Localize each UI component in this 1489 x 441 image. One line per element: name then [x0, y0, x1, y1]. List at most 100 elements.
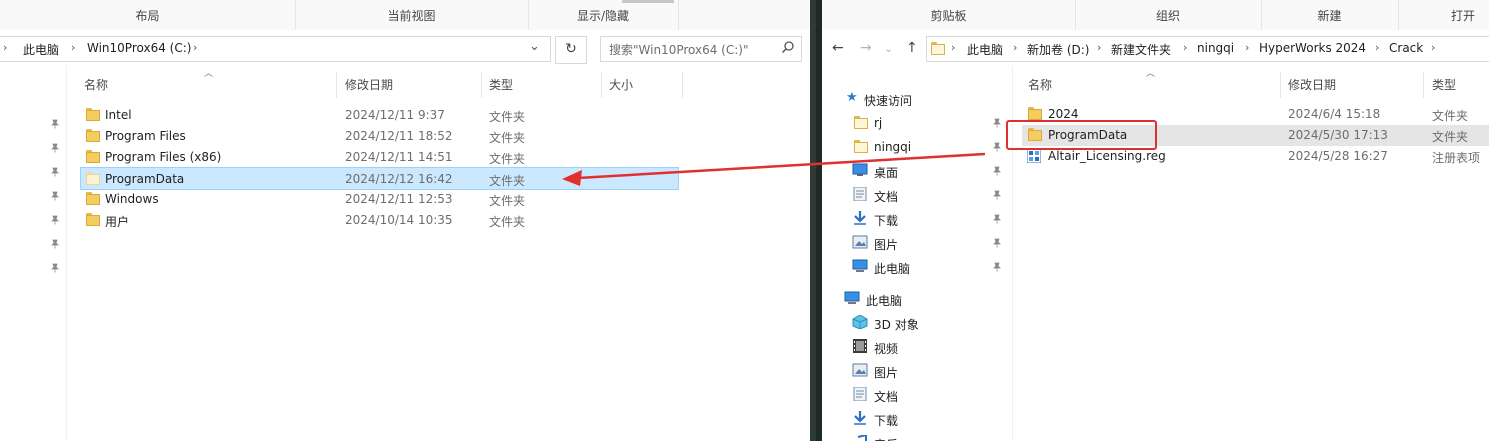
pin-icon[interactable]: [50, 143, 60, 153]
file-type: 文件夹: [489, 174, 526, 188]
video-icon: [853, 339, 867, 353]
ribbon-scroll-indicator: [622, 0, 674, 3]
file-row[interactable]: Intel 2024/12/11 9:37 文件夹: [80, 105, 678, 126]
address-row: ← → ⌄ ↑ › 此电脑 › 新加卷 (D:) › 新建文件夹 › ningq…: [822, 30, 1489, 66]
file-row-selected[interactable]: ProgramData 2024/12/12 16:42 文件夹: [80, 167, 679, 190]
column-header-name[interactable]: 名称: [84, 72, 108, 98]
column-divider[interactable]: [336, 72, 337, 98]
picture-icon: [852, 235, 868, 249]
file-row[interactable]: Windows 2024/12/11 12:53 文件夹: [80, 189, 678, 210]
chevron-right-icon: ›: [193, 41, 198, 54]
folder-icon: [86, 129, 100, 142]
breadcrumb-drive-d[interactable]: 新加卷 (D:): [1027, 41, 1089, 58]
search-input[interactable]: 搜索"Win10Prox64 (C:)": [600, 36, 802, 62]
breadcrumb-drive-c[interactable]: Win10Prox64 (C:): [87, 41, 191, 55]
computer-icon: [844, 291, 860, 304]
ribbon-group-show-hide[interactable]: 显示/隐藏: [528, 0, 679, 30]
breadcrumb-new-folder[interactable]: 新建文件夹: [1111, 41, 1171, 58]
breadcrumb-this-pc[interactable]: 此电脑: [967, 41, 1003, 58]
column-divider[interactable]: [682, 72, 683, 98]
ribbon-group-clipboard[interactable]: 剪贴板: [822, 0, 1076, 30]
column-header-type[interactable]: 类型: [1432, 72, 1456, 98]
ribbon-label: 剪贴板: [930, 9, 967, 23]
left-explorer-window: 布局 当前视图 显示/隐藏 › 此电脑 › Win10Prox64 (C:) ›…: [0, 0, 810, 441]
music-icon: [857, 435, 867, 441]
ribbon-group-organize[interactable]: 组织: [1075, 0, 1262, 30]
computer-icon: [852, 259, 868, 272]
ribbon-group-current-view[interactable]: 当前视图: [295, 0, 529, 30]
file-type: 文件夹: [1432, 109, 1469, 123]
file-name: Windows: [105, 192, 159, 206]
folder-icon: [86, 213, 100, 226]
file-date: 2024/12/11 12:53: [345, 192, 453, 206]
pin-icon[interactable]: [992, 190, 1002, 200]
column-divider[interactable]: [1280, 72, 1281, 98]
breadcrumb-this-pc[interactable]: 此电脑: [23, 41, 59, 58]
chevron-down-icon[interactable]: ⌄: [529, 39, 540, 54]
folder-icon: [854, 116, 868, 129]
ribbon-label: 布局: [135, 9, 160, 23]
back-arrow-icon[interactable]: ←: [832, 40, 844, 56]
breadcrumb-hyperworks[interactable]: HyperWorks 2024: [1259, 41, 1366, 55]
refresh-icon[interactable]: ↻: [555, 36, 587, 64]
file-name: Intel: [105, 108, 132, 122]
breadcrumb-crack[interactable]: Crack: [1389, 41, 1423, 55]
nav-label: 文档: [874, 190, 899, 204]
column-divider[interactable]: [481, 72, 482, 98]
column-header-size[interactable]: 大小: [609, 72, 633, 98]
pin-icon[interactable]: [992, 166, 1002, 176]
pin-icon[interactable]: [992, 238, 1002, 248]
address-bar[interactable]: › 此电脑 › 新加卷 (D:) › 新建文件夹 › ningqi › Hype…: [926, 36, 1489, 62]
file-type: 文件夹: [1432, 130, 1469, 144]
ribbon-group-layout[interactable]: 布局: [0, 0, 296, 30]
file-type: 文件夹: [489, 215, 526, 229]
recent-locations-chevron-icon[interactable]: ⌄: [884, 42, 893, 55]
folder-icon: [931, 42, 945, 55]
pin-icon[interactable]: [50, 119, 60, 129]
file-type: 文件夹: [489, 110, 526, 124]
nav-label: ningqi: [874, 140, 912, 154]
folder-icon: [86, 108, 100, 121]
picture-icon: [852, 363, 868, 377]
file-row[interactable]: Program Files 2024/12/11 18:52 文件夹: [80, 126, 678, 147]
chevron-right-icon: ›: [1431, 41, 1436, 54]
file-row[interactable]: Program Files (x86) 2024/12/11 14:51 文件夹: [80, 147, 678, 168]
breadcrumb-ningqi[interactable]: ningqi: [1197, 41, 1234, 55]
column-divider[interactable]: [1423, 72, 1424, 98]
pin-icon[interactable]: [992, 118, 1002, 128]
chevron-right-icon: ›: [1375, 41, 1380, 54]
file-row[interactable]: 用户 2024/10/14 10:35 文件夹: [80, 210, 678, 231]
ribbon-label: 新建: [1317, 9, 1342, 23]
column-header-name[interactable]: 名称: [1028, 72, 1052, 98]
forward-arrow-icon[interactable]: →: [860, 40, 872, 56]
column-header-date[interactable]: 修改日期: [345, 72, 393, 98]
pin-icon[interactable]: [992, 214, 1002, 224]
pin-icon[interactable]: [50, 263, 60, 273]
column-header-type[interactable]: 类型: [489, 72, 513, 98]
address-bar[interactable]: › 此电脑 › Win10Prox64 (C:) › ⌄: [0, 36, 551, 62]
column-header-date[interactable]: 修改日期: [1288, 72, 1336, 98]
pin-icon[interactable]: [50, 167, 60, 177]
chevron-right-icon: ›: [71, 41, 76, 54]
pin-icon[interactable]: [50, 215, 60, 225]
column-divider[interactable]: [601, 72, 602, 98]
document-icon: [853, 387, 867, 401]
pin-icon[interactable]: [992, 142, 1002, 152]
nav-label: 下载: [874, 414, 899, 428]
ribbon-group-new[interactable]: 新建: [1261, 0, 1399, 30]
up-arrow-icon[interactable]: ↑: [906, 40, 918, 56]
folder-icon: [86, 150, 100, 163]
file-date: 2024/12/11 18:52: [345, 129, 453, 143]
star-icon: ★: [846, 90, 858, 105]
navigation-pane[interactable]: [0, 66, 67, 441]
navigation-pane[interactable]: ★ 快速访问 rj ningqi 桌面 文档 下载 图片 此电脑 此电脑 3D …: [822, 66, 1013, 441]
pin-icon[interactable]: [50, 239, 60, 249]
pin-icon[interactable]: [992, 262, 1002, 272]
pin-icon[interactable]: [50, 191, 60, 201]
ribbon-group-open[interactable]: 打开: [1398, 0, 1489, 30]
chevron-right-icon: ›: [951, 41, 956, 54]
nav-label: 视频: [874, 342, 899, 356]
search-icon[interactable]: [781, 40, 795, 54]
file-name: Program Files: [105, 129, 186, 143]
highlight-box: [1006, 120, 1157, 150]
